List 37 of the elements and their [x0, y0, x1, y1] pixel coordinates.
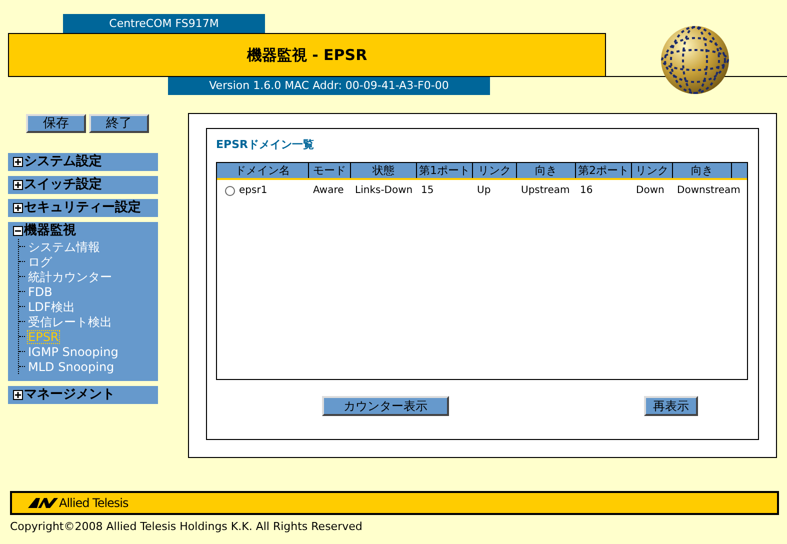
sidebar-button[interactable]: 保存 [26, 114, 86, 133]
table-cell-text: Upstream [521, 184, 570, 198]
expand-icon[interactable] [13, 156, 23, 166]
table-cell-text: epsr1 [239, 184, 268, 198]
table-cell-text: Up [477, 184, 491, 198]
collapse-icon[interactable] [13, 226, 23, 236]
page-title: 機器監視 - EPSR [8, 33, 606, 77]
action-button[interactable]: カウンター表示 [322, 396, 449, 416]
column-header: リンク [632, 162, 673, 178]
product-name: CentreCOM FS917M [63, 14, 265, 34]
column-header: 状態 [351, 162, 417, 178]
column-header: モード [309, 162, 351, 178]
sidebar-button[interactable]: 終了 [89, 114, 149, 133]
version-info: Version 1.6.0 MAC Addr: 00-09-41-A3-F0-00 [168, 77, 490, 95]
table-cell-text: Links-Down [355, 184, 413, 198]
menu-section[interactable]: 機器監視 [24, 224, 76, 237]
logo-text: Allied Telesis [59, 495, 128, 512]
column-header: 第2ポート [576, 162, 632, 178]
expand-icon[interactable] [13, 180, 23, 190]
table-cell-text: Down [636, 184, 664, 198]
table-cell-text: 16 [580, 184, 593, 198]
section-title: EPSRドメイン一覧 [216, 137, 315, 153]
column-header: 第1ポート [417, 162, 473, 178]
column-header: 向き [673, 162, 732, 178]
expand-icon[interactable] [13, 202, 23, 212]
radio-button[interactable] [225, 186, 235, 196]
globe-icon [660, 25, 730, 95]
table-cell-text: 15 [421, 184, 434, 198]
column-header: ドメイン名 [217, 162, 309, 178]
column-header: リンク [473, 162, 517, 178]
table-cell-text: Downstream [677, 184, 740, 198]
logo-icon [28, 498, 58, 508]
copyright-text: Copyright©2008 Allied Telesis Holdings K.K. All Rights Reserved [10, 519, 362, 535]
table-cell-text: Aware [313, 184, 344, 198]
expand-icon[interactable] [13, 390, 23, 400]
action-button[interactable]: 再表示 [644, 396, 698, 416]
column-header: 向き [517, 162, 576, 178]
